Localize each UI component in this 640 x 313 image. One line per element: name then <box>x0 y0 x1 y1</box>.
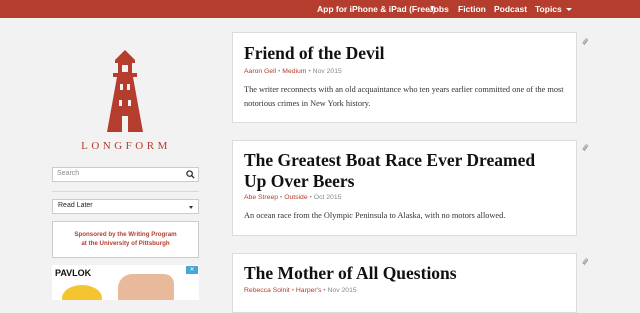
search-input[interactable]: Search <box>52 167 199 182</box>
article-meta: Rebecca Solnit • Harper's • Nov 2015 <box>244 287 357 294</box>
article-card[interactable]: The Mother of All Questions Rebecca Soln… <box>232 253 577 313</box>
article-date: Nov 2015 <box>327 287 357 294</box>
nav-jobs-link[interactable]: Jobs <box>429 4 449 14</box>
article-title[interactable]: The Mother of All Questions <box>244 263 457 284</box>
article-publication[interactable]: Outside <box>284 194 307 201</box>
chevron-down-icon <box>565 8 572 12</box>
article-description: An ocean race from the Olympic Peninsula… <box>244 211 506 220</box>
paperclip-icon[interactable] <box>582 143 589 152</box>
paperclip-icon[interactable] <box>582 37 589 46</box>
article-author[interactable]: Aaron Gell <box>244 68 276 75</box>
nav-app-link[interactable]: App for iPhone & iPad (Free!) <box>317 4 436 14</box>
sponsor-line-2: at the University of Pittsburgh <box>81 240 170 247</box>
ad-brand: PAVLOK <box>55 268 92 278</box>
nav-fiction-link[interactable]: Fiction <box>458 4 486 14</box>
article-date: Nov 2015 <box>312 68 342 75</box>
article-publication[interactable]: Medium <box>282 68 306 75</box>
sidebar-divider <box>52 191 199 192</box>
list-select[interactable]: Read Later <box>52 199 199 214</box>
ad-hand-image <box>118 274 174 300</box>
ad-product-image <box>62 285 102 300</box>
article-description: The writer reconnects with an old acquai… <box>244 85 564 108</box>
sponsor-line-1: Sponsored by the Writing Program <box>74 231 177 238</box>
search-placeholder: Search <box>57 170 80 177</box>
sponsor-box[interactable]: Sponsored by the Writing Program at the … <box>52 221 199 258</box>
article-author[interactable]: Abe Streep <box>244 194 278 201</box>
chevron-down-icon <box>189 206 193 209</box>
top-nav-bar: App for iPhone & iPad (Free!) Jobs Ficti… <box>0 0 640 18</box>
article-date: Oct 2015 <box>313 194 342 201</box>
article-title-line-1[interactable]: The Greatest Boat Race Ever Dreamed <box>244 150 535 171</box>
article-author[interactable]: Rebecca Solnit <box>244 287 290 294</box>
article-card[interactable]: The Greatest Boat Race Ever Dreamed Up O… <box>232 140 577 236</box>
brand-wordmark[interactable]: LONGFORM <box>52 140 200 152</box>
nav-topics-label: Topics <box>535 4 562 14</box>
article-publication[interactable]: Harper's <box>296 287 321 294</box>
article-title[interactable]: Friend of the Devil <box>244 43 384 64</box>
ad-close-icon[interactable]: ✕ <box>186 266 198 274</box>
article-title-line-2[interactable]: Up Over Beers <box>244 171 355 192</box>
article-card[interactable]: Friend of the Devil Aaron Gell • Medium … <box>232 32 577 123</box>
search-icon[interactable] <box>186 170 195 179</box>
advertisement[interactable]: PAVLOK ✕ <box>52 265 199 300</box>
article-meta: Abe Streep • Outside • Oct 2015 <box>244 194 342 201</box>
nav-topics-dropdown[interactable]: Topics <box>535 4 572 14</box>
lighthouse-logo-icon[interactable] <box>103 50 147 132</box>
article-meta: Aaron Gell • Medium • Nov 2015 <box>244 68 342 75</box>
paperclip-icon[interactable] <box>582 257 589 266</box>
list-select-value: Read Later <box>58 202 93 209</box>
nav-podcast-link[interactable]: Podcast <box>494 4 527 14</box>
